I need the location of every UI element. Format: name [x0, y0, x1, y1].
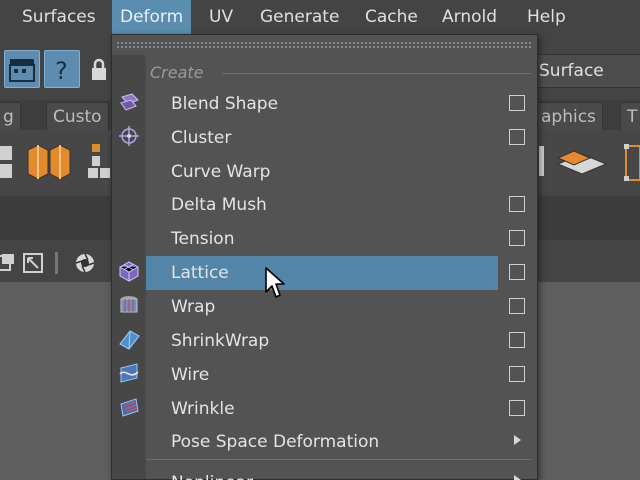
shelf-cube-pair-icon[interactable]	[26, 142, 74, 184]
wrap-option-box[interactable]	[509, 298, 525, 314]
wire-option-box[interactable]	[509, 366, 525, 382]
shelf-grid-icon[interactable]	[88, 142, 110, 184]
menu-surfaces[interactable]: Surfaces	[22, 0, 96, 34]
deform-menu-dropdown: Create Blend Shape Cluster Curve Warp De…	[111, 34, 538, 480]
shelf-tab-rigging[interactable]: g	[0, 102, 21, 130]
menu-item-label: Delta Mush	[171, 195, 267, 215]
mouse-cursor-icon	[265, 267, 285, 298]
menu-item-blend-shape[interactable]: Blend Shape	[146, 87, 498, 121]
menu-item-wrinkle[interactable]: Wrinkle	[146, 392, 498, 426]
wrinkle-icon	[120, 398, 139, 417]
shelf-tab-fx-graphics[interactable]: aphics	[534, 102, 603, 130]
submenu-arrow-icon	[514, 435, 521, 445]
menu-item-tension[interactable]: Tension	[146, 222, 498, 256]
menu-divider	[146, 459, 531, 460]
main-menubar: Surfaces Deform UV Generate Cache Arnold…	[0, 0, 640, 34]
shelf-tab-custom[interactable]: Custo	[46, 102, 109, 130]
svg-text:?: ?	[55, 57, 68, 85]
menu-item-label: Wrap	[171, 297, 216, 317]
menu-item-label: Tension	[171, 229, 235, 249]
blend-shape-icon	[120, 93, 139, 111]
menu-item-pose-space-deformation[interactable]: Pose Space Deformation	[146, 425, 498, 459]
submenu-arrow-icon	[514, 475, 521, 480]
menu-item-nonlinear[interactable]: Nonlinear	[171, 469, 253, 480]
menu-item-label: Cluster	[171, 128, 232, 148]
menu-item-label: Wire	[171, 365, 210, 385]
make-live-field[interactable]: Surface	[532, 54, 640, 88]
menu-item-lattice[interactable]: Lattice	[146, 256, 498, 290]
shrinkwrap-option-box[interactable]	[509, 332, 525, 348]
menu-help[interactable]: Help	[527, 0, 566, 34]
menu-deform[interactable]: Deform	[112, 0, 192, 34]
section-divider	[222, 73, 531, 74]
wrinkle-option-box[interactable]	[509, 400, 525, 416]
menu-item-label: Wrinkle	[171, 399, 235, 419]
menu-item-delta-mush[interactable]: Delta Mush	[146, 188, 498, 222]
menu-generate[interactable]: Generate	[260, 0, 339, 34]
menu-item-label: Lattice	[171, 263, 229, 283]
toolbar-divider-icon	[55, 252, 58, 274]
menu-item-shrinkwrap[interactable]: ShrinkWrap	[146, 324, 498, 358]
wrap-icon	[120, 296, 138, 313]
lattice-icon	[119, 261, 139, 282]
lock-icon[interactable]	[90, 58, 108, 82]
cluster-option-box[interactable]	[509, 129, 525, 145]
shelf-bounding-icon[interactable]	[622, 142, 640, 184]
menu-item-label: Blend Shape	[171, 94, 279, 114]
menu-item-cluster[interactable]: Cluster	[146, 121, 498, 155]
menu-item-curve-warp[interactable]: Curve Warp	[146, 155, 498, 189]
cluster-icon	[119, 126, 139, 146]
clapboard-button[interactable]	[4, 50, 40, 88]
shelf-tab-toon[interactable]: T	[620, 102, 640, 130]
section-label-create: Create	[150, 63, 204, 82]
menu-item-wire[interactable]: Wire	[146, 358, 498, 392]
menu-arnold[interactable]: Arnold	[442, 0, 497, 34]
shelf-divider-icon	[539, 146, 544, 176]
lattice-option-box[interactable]	[509, 264, 525, 280]
blend-shape-option-box[interactable]	[509, 95, 525, 111]
menu-tearoff-handle[interactable]	[116, 41, 533, 49]
shelf-plane-stack-icon[interactable]	[556, 142, 608, 184]
help-line-button[interactable]: ?	[44, 50, 80, 88]
pane-layout-icon[interactable]	[0, 252, 16, 274]
clapboard-icon	[9, 59, 35, 82]
menu-uv[interactable]: UV	[209, 0, 233, 34]
frame-selection-icon[interactable]	[22, 252, 44, 274]
shrinkwrap-icon	[119, 330, 140, 350]
wire-icon	[119, 363, 139, 383]
camera-aperture-icon[interactable]	[74, 252, 96, 274]
question-icon: ?	[55, 57, 68, 85]
tension-option-box[interactable]	[509, 230, 525, 246]
menu-cache[interactable]: Cache	[365, 0, 418, 34]
menu-item-label: ShrinkWrap	[171, 331, 270, 351]
shelf-partial-icon[interactable]	[0, 142, 14, 184]
menu-item-label: Pose Space Deformation	[171, 432, 380, 452]
menu-item-wrap[interactable]: Wrap	[146, 290, 498, 324]
delta-mush-option-box[interactable]	[509, 196, 525, 212]
menu-item-label: Curve Warp	[171, 162, 271, 182]
